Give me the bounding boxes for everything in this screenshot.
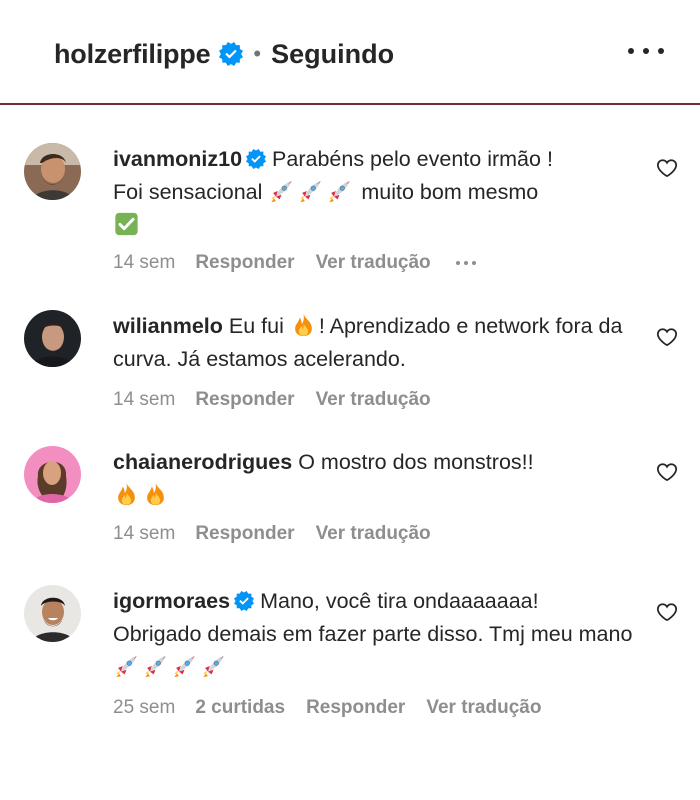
rocket-emoji-icon [142,653,169,679]
fire-emoji-icon [142,481,169,507]
like-heart-icon[interactable] [656,461,678,483]
header-row: holzerfilippe • Seguindo [54,34,394,74]
like-heart-icon[interactable] [656,601,678,623]
comment-time[interactable]: 14 sem [113,523,175,545]
separator-dot: • [253,41,262,66]
comment-text: Parabéns pelo evento irmão ! [272,147,553,171]
comment-meta: 25 sem 2 curtidas Responder Ver tradução [113,697,562,719]
reply-button[interactable]: Responder [195,523,294,545]
comment-meta: 14 sem Responder Ver tradução [113,389,452,411]
translate-button[interactable]: Ver tradução [316,252,431,274]
comment-time[interactable]: 14 sem [113,252,175,274]
comment-more-icon[interactable] [455,261,476,265]
avatar[interactable] [24,446,81,503]
comment-username[interactable]: igormoraes [113,589,230,613]
verified-badge-icon [219,42,243,66]
reply-button[interactable]: Responder [195,389,294,411]
reply-button[interactable]: Responder [306,697,405,719]
comment-text: Foi sensacional [113,180,263,204]
comment-text: Eu fui [228,314,284,338]
likes-count-button[interactable]: 2 curtidas [195,697,285,719]
rocket-emoji-icon [326,178,353,204]
avatar[interactable] [24,585,81,642]
verified-badge-icon [246,149,266,169]
comment-text: muito bom mesmo [361,180,539,204]
comment-meta: 14 sem Responder Ver tradução [113,252,476,274]
post-header: holzerfilippe • Seguindo [0,0,700,105]
comment-time[interactable]: 14 sem [113,389,175,411]
following-button[interactable]: Seguindo [271,39,394,70]
like-heart-icon[interactable] [656,326,678,348]
comment-time[interactable]: 25 sem [113,697,175,719]
comment-username[interactable]: chaianerodrigues [113,450,292,474]
rocket-emoji-icon [113,653,140,679]
comment-meta: 14 sem Responder Ver tradução [113,523,452,545]
rocket-emoji-icon [200,653,227,679]
comment-username[interactable]: ivanmoniz10 [113,147,242,171]
comment-body: igormoraes Mano, você tira ondaaaaaaa! Ob… [113,585,633,684]
translate-button[interactable]: Ver tradução [426,697,541,719]
avatar[interactable] [24,310,81,367]
comment-body: ivanmoniz10 Parabéns pelo evento irmão ! … [113,143,633,242]
rocket-emoji-icon [297,178,324,204]
more-options-icon[interactable] [628,36,664,66]
translate-button[interactable]: Ver tradução [316,389,431,411]
avatar[interactable] [24,143,81,200]
translate-button[interactable]: Ver tradução [316,523,431,545]
header-username[interactable]: holzerfilippe [54,39,211,70]
rocket-emoji-icon [171,653,198,679]
check-mark-emoji-icon [113,211,140,237]
comment-body: wilianmelo Eu fui ! Aprendizado e networ… [113,310,633,376]
comment-username[interactable]: wilianmelo [113,314,223,338]
comment-body: chaianerodrigues O mostro dos monstros!! [113,446,633,512]
like-heart-icon[interactable] [656,157,678,179]
fire-emoji-icon [290,312,317,338]
rocket-emoji-icon [268,178,295,204]
fire-emoji-icon [113,481,140,507]
verified-badge-icon [234,591,254,611]
reply-button[interactable]: Responder [195,252,294,274]
comment-text: O mostro dos monstros!! [298,450,534,474]
